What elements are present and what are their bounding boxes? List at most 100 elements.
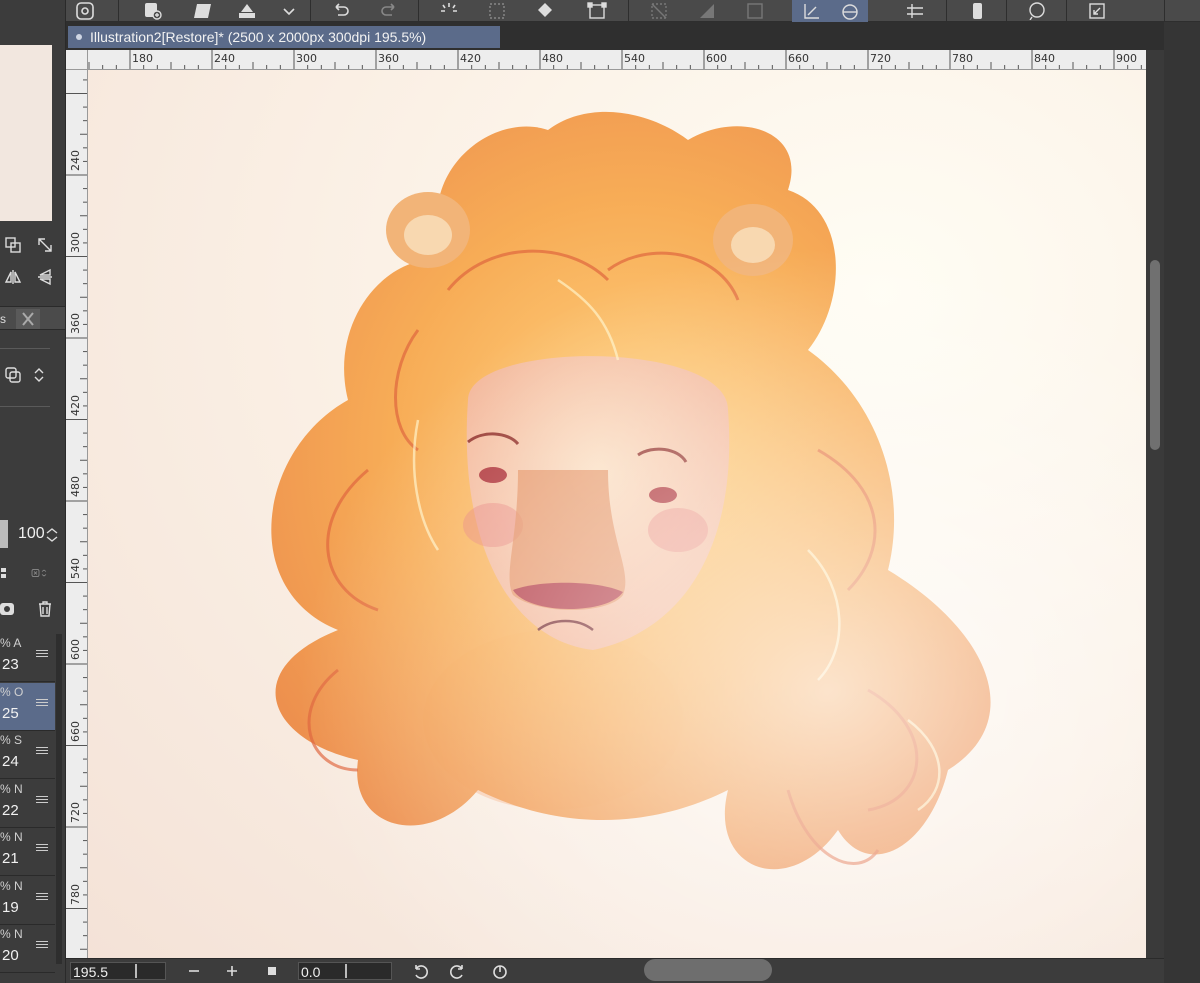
layer-row[interactable]: % A 23 — [0, 634, 55, 682]
layer-opacity: 25 — [2, 704, 19, 722]
navigator-preview[interactable] — [0, 45, 52, 221]
modified-dot-icon — [76, 34, 82, 40]
ruler-y-label: 600 — [69, 639, 82, 660]
flip-vertical-icon[interactable] — [34, 266, 56, 288]
layer-blend-mode: % N — [0, 927, 23, 941]
document-tab-title: Illustration2[Restore]* (2500 x 2000px 3… — [90, 29, 427, 45]
ruler-x-label: 180 — [132, 52, 153, 65]
snap-ruler-icon[interactable] — [792, 0, 830, 22]
blend-mode-stepper-icon[interactable] — [28, 364, 50, 386]
canvas-status-bar: 195.5 0.0 — [66, 958, 1164, 983]
export-icon[interactable] — [228, 0, 266, 22]
drawing-canvas[interactable] — [88, 70, 1146, 958]
divider — [0, 348, 50, 349]
layer-menu-icon[interactable] — [36, 891, 48, 903]
layer-row[interactable]: % N 22 — [0, 779, 55, 828]
loading-spinner-icon[interactable] — [430, 0, 468, 22]
layer-panel-tab[interactable]: s — [0, 306, 65, 330]
close-panel-icon[interactable] — [16, 309, 40, 329]
zoom-in-button[interactable] — [222, 961, 242, 981]
horizontal-ruler: 180 240 300 360 420 480 540 600 660 720 780 840 900 — [88, 50, 1146, 70]
opacity-value[interactable]: 100 — [18, 525, 45, 543]
zoom-value: 195.5 — [73, 964, 109, 980]
chevron-down-icon[interactable] — [272, 0, 306, 22]
flip-horizontal-icon[interactable] — [2, 266, 24, 288]
layer-menu-icon[interactable] — [36, 745, 48, 757]
reset-rotation-button[interactable] — [490, 961, 510, 981]
fit-screen-icon[interactable] — [34, 234, 56, 256]
undo-icon[interactable] — [322, 0, 360, 22]
new-canvas-icon[interactable] — [134, 0, 172, 22]
layer-row[interactable]: % N 20 — [0, 925, 55, 973]
open-file-icon[interactable] — [184, 0, 222, 22]
rotate-left-button[interactable] — [410, 961, 430, 981]
command-bar — [66, 0, 1200, 22]
reference-layer-icon[interactable] — [22, 562, 58, 584]
ruler-x-label: 420 — [460, 52, 481, 65]
rotation-field[interactable]: 0.0 — [298, 962, 392, 980]
divider — [0, 406, 50, 407]
expand-window-icon[interactable] — [1078, 0, 1116, 22]
ruler-y-label: 300 — [69, 231, 82, 253]
ruler-x-label: 300 — [296, 52, 317, 65]
opacity-slider-handle[interactable] — [0, 520, 8, 548]
fill-icon[interactable] — [526, 0, 564, 22]
zoom-out-button[interactable] — [184, 961, 204, 981]
layer-menu-icon[interactable] — [36, 697, 48, 709]
zoom-field[interactable]: 195.5 — [70, 962, 166, 980]
ruler-y-label: 660 — [69, 720, 82, 742]
flip-resize-icon[interactable] — [2, 234, 24, 256]
layer-opacity: 23 — [2, 656, 19, 673]
companion-chat-icon[interactable] — [1018, 0, 1056, 22]
fit-to-window-button[interactable] — [262, 961, 282, 981]
layer-opacity: 21 — [2, 850, 19, 867]
invert-selection-icon[interactable] — [688, 0, 726, 22]
ruler-y-label: 420 — [69, 394, 82, 416]
smartphone-icon[interactable] — [958, 0, 996, 22]
app-logo-icon[interactable] — [66, 0, 104, 22]
transform-icon[interactable] — [578, 0, 616, 22]
ruler-x-label: 360 — [378, 52, 399, 65]
layer-blend-mode: % N — [0, 781, 23, 796]
grid-settings-icon[interactable] — [896, 0, 934, 22]
layer-menu-icon[interactable] — [36, 939, 48, 951]
redo-icon[interactable] — [370, 0, 408, 22]
layer-row[interactable]: % N 19 — [0, 876, 55, 925]
selection-icon[interactable] — [478, 0, 516, 22]
layer-scrollbar[interactable] — [56, 634, 62, 964]
layer-menu-icon[interactable] — [36, 794, 48, 806]
illustration-artwork — [88, 70, 1146, 958]
layer-opacity: 22 — [2, 801, 19, 819]
layer-blend-mode: % N — [0, 878, 23, 893]
snap-special-ruler-icon[interactable] — [830, 0, 868, 22]
layer-menu-icon[interactable] — [36, 842, 48, 854]
ruler-ticks — [66, 79, 87, 950]
layer-menu-icon[interactable] — [36, 648, 48, 660]
trash-icon[interactable] — [34, 598, 56, 620]
lock-icon[interactable] — [0, 562, 12, 584]
ruler-corner — [66, 50, 88, 70]
ruler-y-label: 360 — [69, 313, 82, 334]
blend-mode-icon[interactable] — [2, 364, 24, 386]
ruler-x-label: 840 — [1034, 52, 1055, 65]
vertical-scrollbar[interactable] — [1146, 50, 1164, 958]
layer-row[interactable]: % O 25 — [0, 682, 55, 731]
ruler-y-label: 480 — [69, 476, 82, 497]
document-tab[interactable]: Illustration2[Restore]* (2500 x 2000px 3… — [68, 26, 500, 48]
crop-icon[interactable] — [736, 0, 774, 22]
ruler-x-label: 720 — [870, 52, 891, 65]
ruler-y-label: 720 — [69, 802, 82, 823]
right-panel-edge — [1164, 22, 1200, 983]
document-tab-bar: Illustration2[Restore]* (2500 x 2000px 3… — [66, 22, 1200, 50]
horizontal-scrollbar-thumb[interactable] — [644, 959, 772, 981]
new-layer-icon[interactable] — [0, 598, 18, 620]
ruler-x-label: 540 — [624, 52, 645, 65]
layer-row[interactable]: % S 24 — [0, 731, 55, 779]
left-panel: s 100 % A 23 % O 25 % S 24 % N 22 % N 21 % N 19 % N 2… — [0, 0, 66, 983]
opacity-stepper-icon[interactable] — [44, 524, 60, 546]
clear-selection-icon[interactable] — [640, 0, 678, 22]
layer-opacity: 24 — [2, 753, 19, 770]
rotate-right-button[interactable] — [448, 961, 468, 981]
layer-row[interactable]: % N 21 — [0, 828, 55, 876]
vertical-scrollbar-thumb[interactable] — [1150, 260, 1160, 450]
